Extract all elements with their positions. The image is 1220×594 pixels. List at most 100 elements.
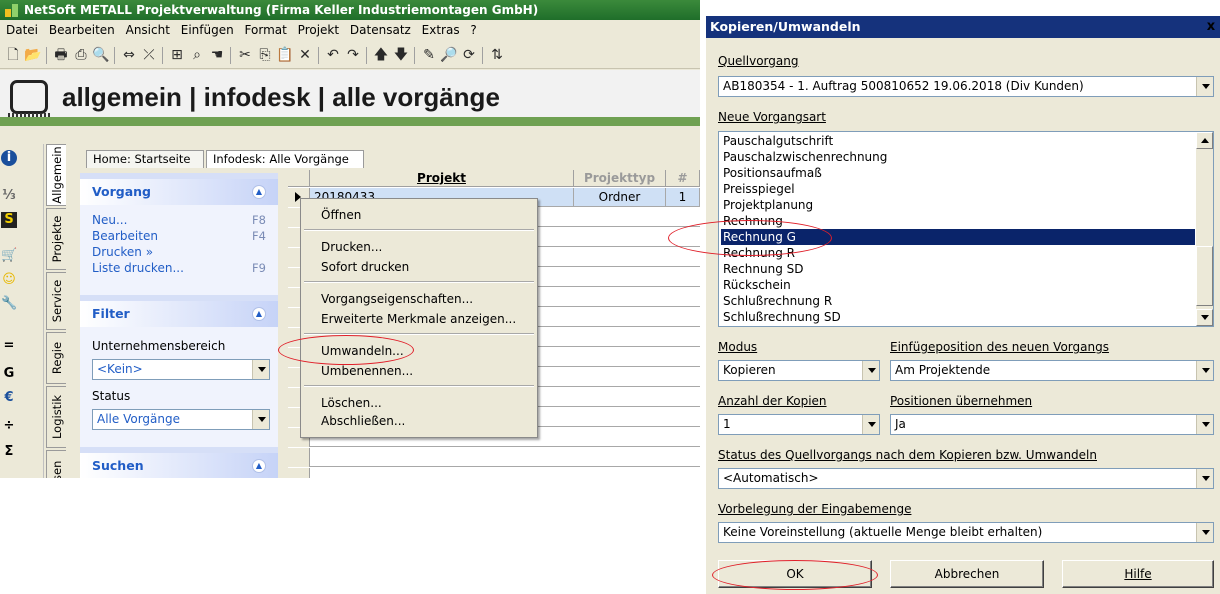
list-item[interactable]: Pauschalzwischenrechnung <box>721 149 1195 165</box>
link-icon[interactable]: ⇔ <box>120 46 138 64</box>
sort-ascending-icon[interactable]: ⇅ <box>488 46 506 64</box>
quellvorgang-select[interactable]: AB180354 - 1. Auftrag 500810652 19.06.20… <box>718 76 1214 97</box>
dropdown-arrow-icon[interactable] <box>862 415 879 434</box>
menu-format[interactable]: Format <box>245 23 287 37</box>
arrow-up-icon[interactable]: 🡅 <box>372 46 390 64</box>
vorbelegung-select[interactable]: Keine Voreinstellung (aktuelle Menge ble… <box>718 522 1214 543</box>
calculator-icon[interactable]: ⅓ <box>1 188 17 204</box>
cell-projekttyp[interactable]: Ordner <box>574 188 666 207</box>
menu-einfuegen[interactable]: Einfügen <box>181 23 234 37</box>
menu-datei[interactable]: Datei <box>6 23 38 37</box>
column-header-number[interactable]: # <box>666 170 700 187</box>
list-item[interactable]: Rechnung SD <box>721 261 1195 277</box>
g-icon[interactable]: G <box>1 366 17 382</box>
new-document-icon[interactable]: 🗋 <box>4 46 22 64</box>
s-icon[interactable]: S <box>1 212 17 228</box>
menu-item-erweiterte-merkmale[interactable]: Erweiterte Merkmale anzeigen... <box>321 311 516 327</box>
link-bearbeiten[interactable]: Bearbeiten <box>92 229 158 243</box>
print-icon[interactable]: 🖶 <box>52 46 70 64</box>
list-item[interactable]: Schlußrechnung SD <box>721 309 1195 325</box>
dropdown-arrow-icon[interactable] <box>1196 415 1213 434</box>
copy-icon[interactable]: ⎘ <box>256 46 274 64</box>
undo-icon[interactable]: ↶ <box>324 46 342 64</box>
dropdown-arrow-icon[interactable] <box>1196 361 1213 380</box>
tab-home[interactable]: Home: Startseite <box>86 150 204 168</box>
list-item[interactable]: Rückschein <box>721 277 1195 293</box>
anzahl-select[interactable]: 1 <box>718 414 880 435</box>
find-icon[interactable]: ⌕ <box>188 46 206 64</box>
column-header-projekttyp[interactable]: Projekttyp <box>574 170 666 187</box>
list-item[interactable]: Schlußrechnung R <box>721 293 1195 309</box>
open-folder-icon[interactable]: 📂 <box>24 46 42 64</box>
collapse-chevron-icon[interactable]: ▲ <box>252 307 266 321</box>
list-item-selected[interactable]: Rechnung G <box>721 229 1195 245</box>
unternehmensbereich-select[interactable]: <Kein> <box>92 359 270 380</box>
menu-datensatz[interactable]: Datensatz <box>350 23 411 37</box>
menu-projekt[interactable]: Projekt <box>298 23 339 37</box>
link-neu[interactable]: Neu... <box>92 213 127 227</box>
scroll-up-icon[interactable] <box>1196 132 1213 149</box>
menu-extras[interactable]: Extras <box>422 23 460 37</box>
vtab-regie[interactable]: Regie <box>46 332 66 384</box>
collapse-chevron-icon[interactable]: ▲ <box>252 185 266 199</box>
ok-button[interactable]: OK <box>718 560 872 588</box>
column-header-projekt[interactable]: Projekt <box>310 170 574 187</box>
delete-icon[interactable]: ✕ <box>296 46 314 64</box>
list-item[interactable]: Rechnung R <box>721 245 1195 261</box>
dropdown-arrow-icon[interactable] <box>1196 469 1213 488</box>
unlink-icon[interactable]: ⤫ <box>140 46 158 64</box>
dropdown-arrow-icon[interactable] <box>252 360 269 379</box>
menu-item-vorgangseigenschaften[interactable]: Vorgangseigenschaften... <box>321 291 473 307</box>
link-liste-drucken[interactable]: Liste drucken... <box>92 261 184 275</box>
modus-select[interactable]: Kopieren <box>718 360 880 381</box>
vtab-service[interactable]: Service <box>46 272 66 330</box>
vtab-allgemein[interactable]: Allgemein <box>46 144 66 206</box>
zoom-icon[interactable]: 🔎 <box>440 46 458 64</box>
list-item[interactable]: Pauschalgutschrift <box>721 133 1195 149</box>
cart-icon[interactable]: 🛒 <box>1 248 17 264</box>
wrench-icon[interactable]: 🔧 <box>1 296 17 312</box>
hand-icon[interactable]: ☚ <box>208 46 226 64</box>
pen-icon[interactable]: ✎ <box>420 46 438 64</box>
link-drucken[interactable]: Drucken » <box>92 245 153 259</box>
vorgang-section-header[interactable]: Vorgang ▲ <box>80 179 278 205</box>
paste-icon[interactable]: 📋 <box>276 46 294 64</box>
redo-icon[interactable]: ↷ <box>344 46 362 64</box>
menu-bearbeiten[interactable]: Bearbeiten <box>49 23 115 37</box>
menu-item-loeschen[interactable]: Löschen... <box>321 395 382 411</box>
scroll-thumb[interactable] <box>1196 246 1213 306</box>
vorgangsart-listbox[interactable]: Pauschalgutschrift Pauschalzwischenrechn… <box>718 131 1214 327</box>
positionen-select[interactable]: Ja <box>890 414 1214 435</box>
table-row[interactable] <box>288 468 700 478</box>
list-item[interactable]: Projektplanung <box>721 197 1195 213</box>
list-item[interactable]: Rechnung <box>721 213 1195 229</box>
sum-icon[interactable]: Σ <box>1 444 17 460</box>
dropdown-arrow-icon[interactable] <box>862 361 879 380</box>
print-preview-icon[interactable]: 🔍 <box>92 46 110 64</box>
menu-item-abschliessen[interactable]: Abschließen... <box>321 413 405 429</box>
vtab-projekte[interactable]: Projekte <box>46 208 66 270</box>
arrow-down-icon[interactable]: 🡇 <box>392 46 410 64</box>
info-icon[interactable]: i <box>1 150 17 166</box>
vtab-kassen[interactable]: Kassen <box>46 450 66 478</box>
menu-item-umwandeln[interactable]: Umwandeln... <box>321 343 404 359</box>
cancel-button[interactable]: Abbrechen <box>890 560 1044 588</box>
einfuegeposition-select[interactable]: Am Projektende <box>890 360 1214 381</box>
table-icon[interactable]: ⊞ <box>168 46 186 64</box>
dropdown-arrow-icon[interactable] <box>252 410 269 429</box>
list-item[interactable]: Positionsaufmaß <box>721 165 1195 181</box>
print-setup-icon[interactable]: ⎙ <box>72 46 90 64</box>
menu-ansicht[interactable]: Ansicht <box>126 23 170 37</box>
refresh-icon[interactable]: ⟳ <box>460 46 478 64</box>
divide-icon[interactable]: ÷ <box>1 418 17 434</box>
menu-item-oeffnen[interactable]: Öffnen <box>321 207 361 223</box>
scroll-down-icon[interactable] <box>1196 309 1213 326</box>
status-select[interactable]: Alle Vorgänge <box>92 409 270 430</box>
vtab-logistik[interactable]: Logistik <box>46 386 66 448</box>
cut-icon[interactable]: ✂ <box>236 46 254 64</box>
tab-infodesk[interactable]: Infodesk: Alle Vorgänge × <box>206 150 364 183</box>
help-button[interactable]: Hilfe <box>1062 560 1214 588</box>
suchen-section-header[interactable]: Suchen ▲ <box>80 453 278 478</box>
dropdown-arrow-icon[interactable] <box>1196 77 1213 96</box>
status-quellvorgang-select[interactable]: <Automatisch> <box>718 468 1214 489</box>
